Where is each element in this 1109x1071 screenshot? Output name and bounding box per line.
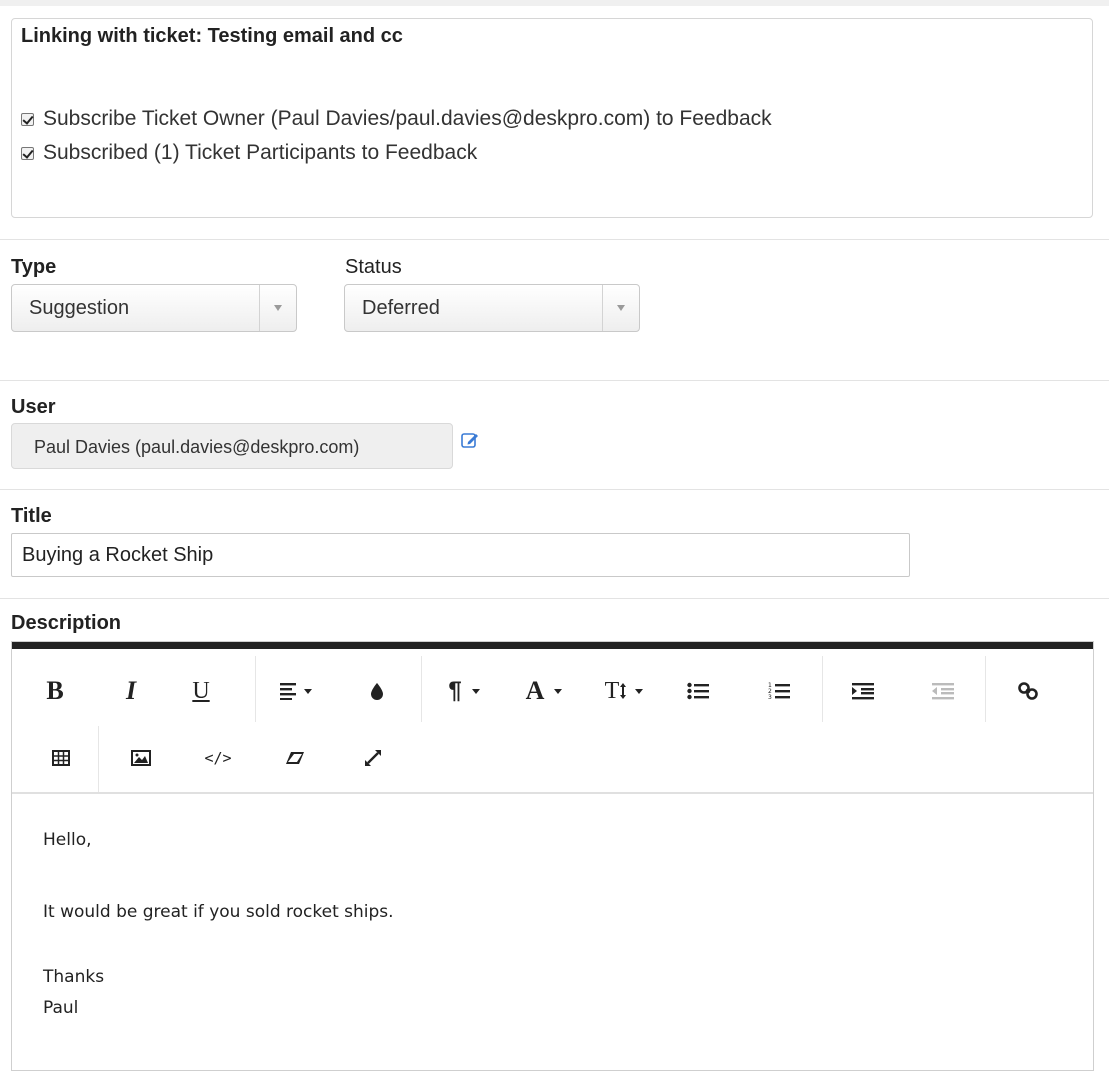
description-label: Description: [11, 612, 122, 634]
description-body-line: Hello,: [43, 830, 92, 850]
toolbar-separator: [822, 656, 823, 722]
link-button[interactable]: [1013, 673, 1043, 709]
subscribe-participants-label: Subscribed (1) Ticket Participants to Fe…: [43, 141, 478, 164]
toolbar-separator: [985, 656, 986, 722]
font-size-icon: T: [604, 677, 620, 704]
subscribe-participants-checkbox[interactable]: [21, 146, 34, 160]
align-left-icon: [280, 683, 312, 700]
description-body-line: Thanks: [43, 967, 105, 987]
numbered-list-icon: 1 2 3: [768, 682, 790, 701]
expand-icon: [365, 750, 381, 766]
user-value: Paul Davies (paul.davies@deskpro.com): [34, 437, 360, 457]
divider: [0, 380, 1109, 381]
divider: [0, 239, 1109, 240]
chevron-down-icon: [617, 305, 625, 311]
bold-button[interactable]: B: [40, 673, 70, 709]
color-button[interactable]: [362, 673, 392, 709]
italic-button[interactable]: I: [116, 673, 146, 709]
bullet-list-button[interactable]: [683, 673, 713, 709]
description-editor: B I U ¶ A T 1 2 3 </> Hello, It would be…: [11, 641, 1094, 1071]
indent-icon: [852, 683, 874, 700]
chevron-down-icon: [274, 305, 282, 311]
code-view-button[interactable]: </>: [203, 743, 233, 773]
toolbar-separator: [421, 656, 422, 722]
numbered-list-button[interactable]: 1 2 3: [764, 673, 794, 709]
outdent-button[interactable]: [928, 673, 958, 709]
user-field[interactable]: Paul Davies (paul.davies@deskpro.com): [11, 423, 453, 469]
toolbar-separator: [98, 726, 99, 792]
link-icon: [1018, 682, 1038, 700]
editor-top-border: [12, 642, 1093, 649]
image-button[interactable]: [128, 743, 154, 773]
type-select-toggle[interactable]: [259, 285, 296, 331]
outdent-icon: [932, 683, 954, 700]
font-size-arrows-icon: [620, 683, 627, 699]
paragraph-icon: ¶: [448, 677, 462, 704]
align-button[interactable]: [274, 673, 324, 709]
font-family-button[interactable]: A: [522, 673, 572, 709]
image-icon: [131, 750, 151, 766]
font-size-button[interactable]: T: [598, 673, 656, 709]
paragraph-button[interactable]: ¶: [442, 673, 492, 709]
type-label: Type: [11, 256, 57, 278]
font-family-icon: A: [525, 676, 545, 705]
top-bar: [0, 0, 1109, 6]
type-select[interactable]: Suggestion: [11, 284, 297, 332]
user-label: User: [11, 396, 56, 418]
status-select[interactable]: Deferred: [344, 284, 640, 332]
code-icon: </>: [204, 749, 232, 767]
toolbar-separator: [255, 656, 256, 722]
divider: [0, 598, 1109, 599]
status-label: Status: [345, 256, 402, 278]
title-input[interactable]: [11, 533, 910, 577]
subscribe-owner-row[interactable]: Subscribe Ticket Owner (Paul Davies/paul…: [21, 107, 772, 131]
subscribe-participants-row[interactable]: Subscribed (1) Ticket Participants to Fe…: [21, 141, 477, 165]
caret-down-icon: [471, 689, 480, 694]
eraser-icon: [286, 752, 304, 764]
editor-toolbar: B I U ¶ A T 1 2 3 </>: [12, 649, 1093, 794]
subscribe-owner-label: Subscribe Ticket Owner (Paul Davies/paul…: [43, 107, 772, 130]
type-select-value: Suggestion: [29, 297, 130, 319]
description-body-line: It would be great if you sold rocket shi…: [43, 902, 394, 922]
svg-text:3: 3: [768, 694, 772, 701]
subscribe-owner-checkbox[interactable]: [21, 112, 34, 126]
caret-down-icon: [554, 689, 563, 694]
status-select-toggle[interactable]: [602, 285, 639, 331]
table-icon: [52, 750, 70, 766]
description-body-line: Paul: [43, 998, 79, 1018]
edit-icon[interactable]: [461, 431, 479, 449]
caret-down-icon: [635, 689, 644, 694]
clear-format-button[interactable]: [282, 743, 308, 773]
bullet-list-icon: [687, 682, 709, 700]
title-label: Title: [11, 505, 52, 527]
underline-button[interactable]: U: [186, 673, 216, 709]
divider: [0, 489, 1109, 490]
table-button[interactable]: [48, 743, 74, 773]
fullscreen-button[interactable]: [360, 743, 386, 773]
link-panel-title: Linking with ticket: Testing email and c…: [21, 25, 403, 47]
status-select-value: Deferred: [362, 297, 440, 319]
indent-button[interactable]: [848, 673, 878, 709]
color-drop-icon: [371, 683, 383, 700]
